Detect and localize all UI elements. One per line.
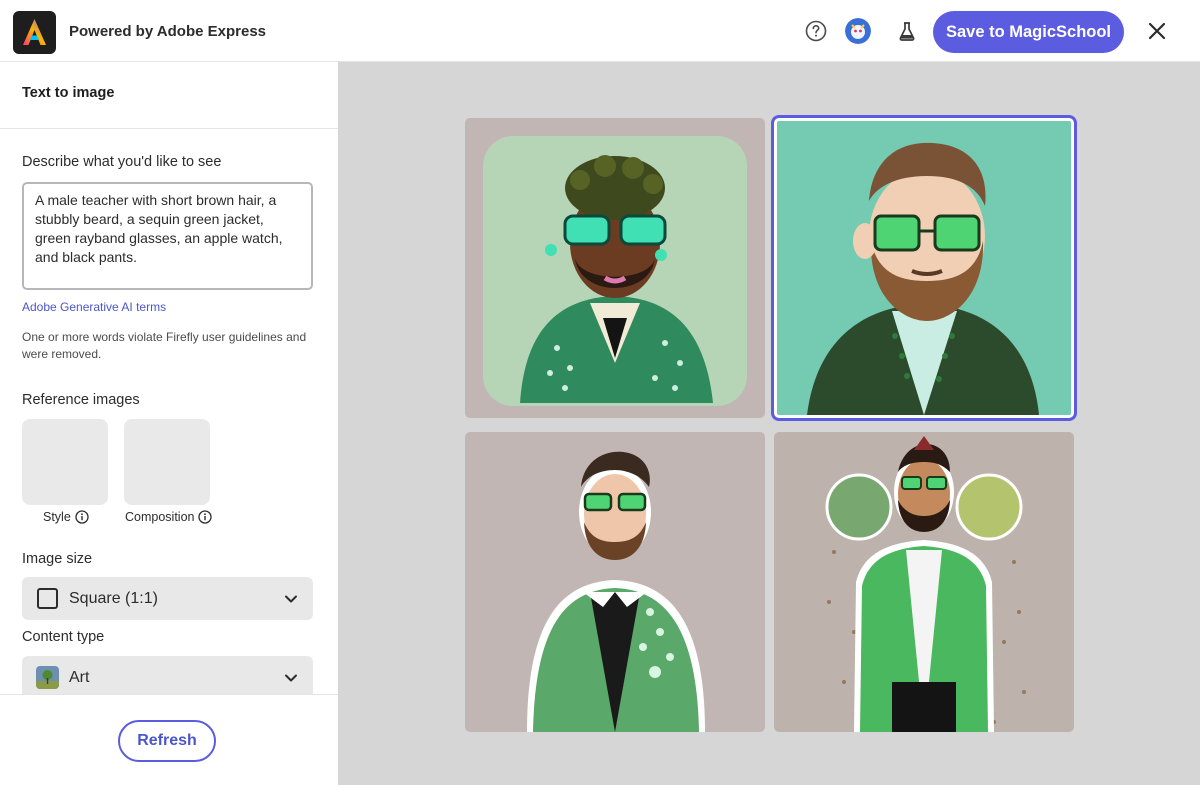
divider xyxy=(0,128,338,129)
style-caption-label: Style xyxy=(43,510,71,524)
prompt-textarea[interactable]: A male teacher with short brown hair, a … xyxy=(22,182,313,290)
text-to-image-panel: Text to image Describe what you'd like t… xyxy=(0,62,338,785)
avatar[interactable] xyxy=(845,18,871,44)
info-icon[interactable] xyxy=(198,510,213,524)
help-icon[interactable] xyxy=(803,18,829,44)
generated-image-3[interactable] xyxy=(465,432,765,732)
composition-reference-tile[interactable] xyxy=(124,419,210,505)
refresh-button[interactable]: Refresh xyxy=(118,720,216,762)
composition-caption: Composition xyxy=(125,510,213,524)
image-size-label: Image size xyxy=(22,551,93,567)
guideline-warning: One or more words violate Firefly user g… xyxy=(22,330,307,361)
content-type-value: Art xyxy=(69,669,90,686)
square-aspect-icon xyxy=(37,588,58,609)
panel-title: Text to image xyxy=(22,85,115,101)
lab-flask-icon[interactable] xyxy=(894,18,920,44)
art-content-icon xyxy=(36,666,59,689)
reference-images-label: Reference images xyxy=(22,392,140,408)
info-icon[interactable] xyxy=(75,510,89,524)
generated-image-1[interactable] xyxy=(465,118,765,418)
generative-ai-terms-link[interactable]: Adobe Generative AI terms xyxy=(22,300,166,314)
top-bar: Powered by Adobe Express Save to MagicSc… xyxy=(0,0,1200,62)
brand-label: Powered by Adobe Express xyxy=(69,23,267,40)
style-caption: Style xyxy=(43,510,89,524)
content-type-label: Content type xyxy=(22,629,105,645)
image-size-dropdown[interactable]: Square (1:1) xyxy=(22,577,313,620)
divider xyxy=(0,694,338,695)
chevron-down-icon xyxy=(285,595,297,603)
generated-image-4[interactable] xyxy=(774,432,1074,732)
prompt-label: Describe what you'd like to see xyxy=(22,154,222,170)
results-canvas xyxy=(338,62,1200,785)
adobe-express-logo xyxy=(13,11,56,54)
content-type-dropdown[interactable]: Art xyxy=(22,656,313,694)
chevron-down-icon xyxy=(285,674,297,682)
image-size-value: Square (1:1) xyxy=(69,590,158,607)
generated-image-2-selected[interactable] xyxy=(771,115,1077,421)
style-reference-tile[interactable] xyxy=(22,419,108,505)
composition-caption-label: Composition xyxy=(125,510,195,524)
close-icon[interactable] xyxy=(1145,19,1169,43)
save-to-magicschool-button[interactable]: Save to MagicSchool xyxy=(933,11,1124,53)
